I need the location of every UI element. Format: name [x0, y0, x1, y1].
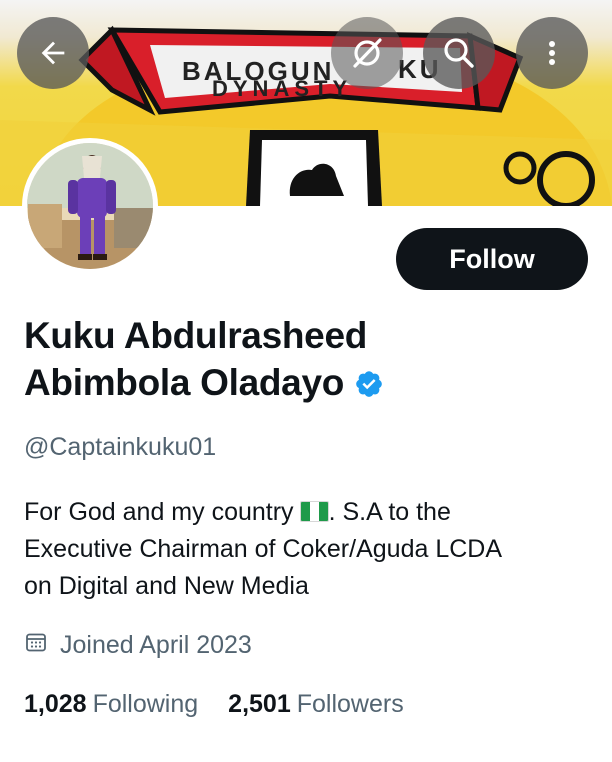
profile-display-name: Kuku Abdulrasheed Abimbola Oladayo [24, 312, 584, 410]
following-link[interactable]: 1,028 Following [24, 690, 198, 719]
followers-label: Followers [296, 690, 404, 718]
following-label: Following [92, 690, 199, 718]
calendar-icon [24, 630, 48, 661]
avatar-photo [27, 143, 153, 269]
joined-date: Joined April 2023 [24, 630, 252, 661]
banner-title-line2: DYNASTY [212, 76, 352, 101]
back-button[interactable] [17, 17, 89, 89]
profile-avatar[interactable] [22, 138, 158, 274]
bio-line-2: Executive Chairman of Coker/Aguda LCDA [24, 535, 503, 563]
profile-handle: @Captainkuku01 [24, 433, 217, 461]
verified-badge-icon[interactable] [354, 363, 384, 410]
display-name-line-2: Abimbola Oladayo [24, 362, 345, 403]
following-count: 1,028 [24, 690, 87, 718]
display-name-line-2-wrap: Abimbola Oladayo [24, 359, 584, 410]
grok-icon [353, 38, 382, 68]
bio-line-3: on Digital and New Media [24, 572, 309, 600]
followers-count: 2,501 [228, 690, 291, 718]
search-button[interactable] [423, 17, 495, 89]
follow-button[interactable]: Follow [396, 228, 588, 290]
search-icon [444, 38, 474, 68]
joined-date-label: Joined April 2023 [60, 631, 252, 659]
grok-button[interactable] [331, 17, 403, 89]
nigeria-flag-icon [299, 501, 329, 522]
more-options-button[interactable] [516, 17, 588, 89]
display-name-line-1: Kuku Abdulrasheed [24, 315, 368, 356]
profile-bio: For God and my country . S.A to the Execu… [24, 494, 599, 605]
more-vertical-icon [549, 41, 555, 65]
bio-line-1-wrap: For God and my country . S.A to the [24, 494, 599, 531]
follow-stats: 1,028 Following 2,501 Followers [24, 690, 404, 719]
followers-link[interactable]: 2,501 Followers [228, 690, 404, 719]
arrow-left-icon [41, 41, 65, 65]
bio-line-1-after: . S.A to the [328, 498, 451, 526]
bio-line-1-before: For God and my country [24, 498, 294, 526]
